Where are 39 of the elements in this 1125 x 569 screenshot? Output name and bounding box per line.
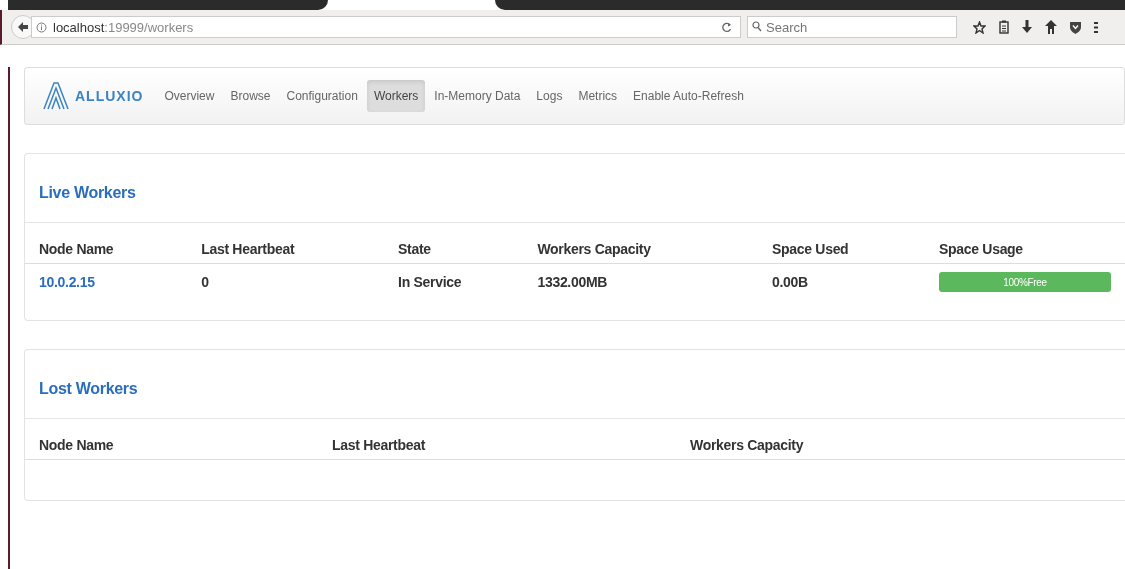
node-link[interactable]: 10.0.2.15 [39,274,95,290]
nav-tab[interactable]: Workers [366,80,426,112]
nav-tab[interactable]: Metrics [571,80,625,112]
nav-tab[interactable]: Overview [157,80,222,112]
table-cell: 0 [201,274,209,290]
nav-tab[interactable]: In-Memory Data [427,80,528,112]
section-title: Live Workers [25,154,1125,223]
column-header: Node Name [39,437,114,453]
nav-tab[interactable]: Logs [529,80,570,112]
column-header: Last Heartbeat [332,437,426,453]
brand-name[interactable]: ALLUXIO [75,88,144,104]
nav-tab[interactable]: Browse [223,80,278,112]
star-icon[interactable] [973,20,986,34]
usage-label: 100%Free [1002,275,1048,290]
back-arrow-icon [17,21,29,33]
table-cell: 0.00B [772,274,808,290]
table-cell: In Service [398,274,462,290]
table-cell: 1332.00MB [537,274,608,290]
column-header: Node Name [39,241,114,257]
search-field[interactable]: Search [747,16,957,38]
home-icon[interactable] [1045,20,1057,34]
nav-tab[interactable]: Configuration [279,80,365,112]
column-header: Workers Capacity [690,437,804,453]
clipboard-icon[interactable] [999,20,1009,34]
reload-icon[interactable] [722,21,732,33]
nav-tab[interactable]: Enable Auto-Refresh [626,80,751,112]
url-text: localhost:19999/workers [53,19,194,35]
column-header: State [398,241,431,257]
column-header: Last Heartbeat [201,241,295,257]
section-title: Lost Workers [25,350,1125,419]
logo-icon [43,82,69,110]
menu-icon[interactable] [1094,20,1098,34]
info-icon [36,21,47,33]
shield-icon[interactable] [1070,20,1081,34]
column-header: Space Used [772,241,849,257]
address-bar[interactable]: localhost:19999/workers [31,16,741,38]
download-icon[interactable] [1022,20,1032,34]
column-header: Workers Capacity [537,241,651,257]
column-header: Space Usage [939,241,1023,257]
